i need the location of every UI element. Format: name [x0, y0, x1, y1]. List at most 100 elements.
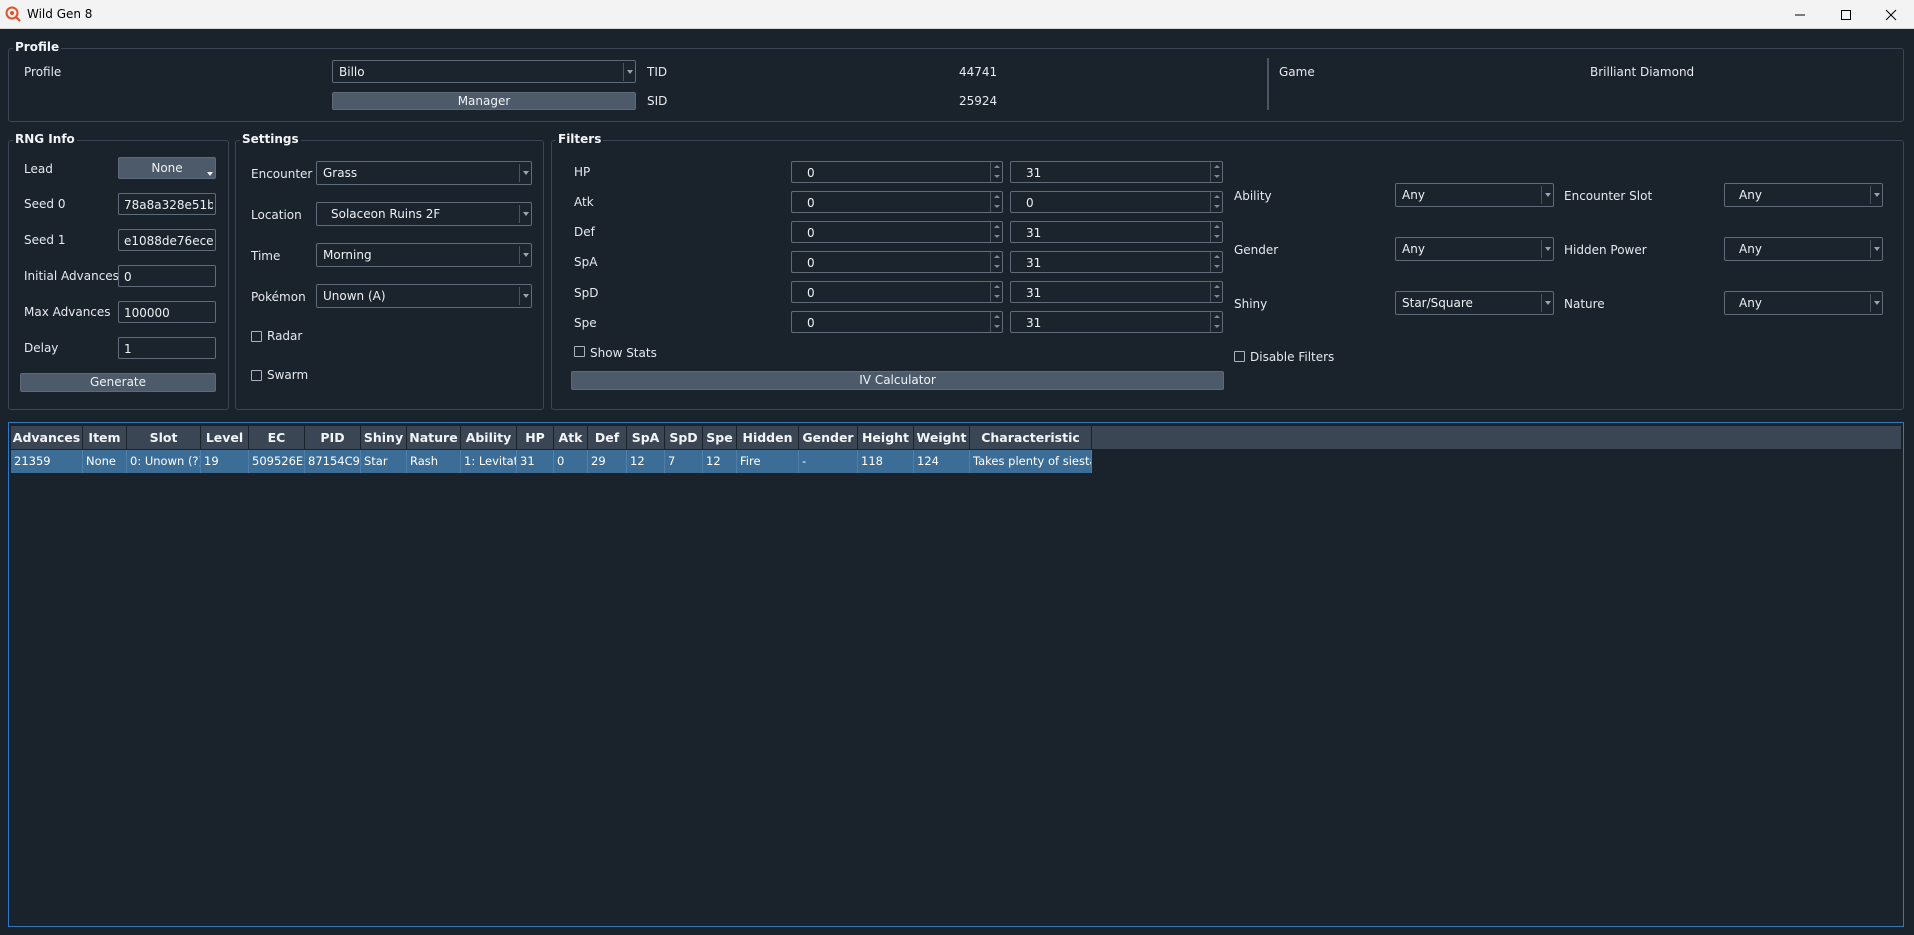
column-header-spa[interactable]: SpA	[627, 426, 665, 449]
spin-up-icon[interactable]	[990, 222, 1002, 232]
iv-max-spe[interactable]: 31	[1010, 311, 1223, 333]
maximize-button[interactable]	[1824, 0, 1868, 29]
iv-calculator-button[interactable]: IV Calculator	[571, 371, 1224, 390]
column-header-nature[interactable]: Nature	[407, 426, 461, 449]
spin-up-icon[interactable]	[990, 252, 1002, 262]
iv-min-def[interactable]: 0	[791, 221, 1003, 243]
iv-min-spa[interactable]: 0	[791, 251, 1003, 273]
column-header-weight[interactable]: Weight	[914, 426, 970, 449]
iv-min-spe[interactable]: 0	[791, 311, 1003, 333]
manager-button[interactable]: Manager	[332, 92, 636, 110]
shiny-select[interactable]: Star/Square	[1395, 291, 1554, 315]
column-header-shiny[interactable]: Shiny	[361, 426, 407, 449]
spin-up-icon[interactable]	[990, 282, 1002, 292]
encounter-slot-label: Encounter Slot	[1564, 189, 1653, 203]
spin-down-icon[interactable]	[1210, 322, 1222, 332]
location-select[interactable]: Solaceon Ruins 2F	[316, 202, 532, 226]
column-header-ability[interactable]: Ability	[461, 426, 517, 449]
gender-select[interactable]: Any	[1395, 237, 1554, 261]
cell-weight: 124	[914, 450, 970, 473]
iv-min-atk[interactable]: 0	[791, 191, 1003, 213]
spin-down-icon[interactable]	[990, 322, 1002, 332]
column-header-spd[interactable]: SpD	[665, 426, 703, 449]
show-stats-label: Show Stats	[590, 346, 657, 360]
column-header-gender[interactable]: Gender	[799, 426, 858, 449]
column-header-characteristic[interactable]: Characteristic	[970, 426, 1092, 449]
iv-max-spa-value: 31	[1026, 256, 1042, 270]
seed0-label: Seed 0	[24, 197, 66, 211]
iv-min-def-value: 0	[807, 226, 815, 240]
maximize-icon	[1841, 9, 1851, 20]
column-header-atk[interactable]: Atk	[554, 426, 588, 449]
spin-down-icon[interactable]	[1210, 172, 1222, 182]
spin-up-icon[interactable]	[990, 192, 1002, 202]
table-row[interactable]: 21359None0: Unown (?)19509526E587154C95S…	[11, 450, 1092, 473]
spin-up-icon[interactable]	[1210, 192, 1222, 202]
iv-max-atk[interactable]: 0	[1010, 191, 1223, 213]
results-table[interactable]: Advances Item Slot Level EC PID Shiny Nature Abi…	[8, 422, 1904, 927]
spin-up-icon[interactable]	[1210, 312, 1222, 322]
spin-down-icon[interactable]	[990, 292, 1002, 302]
spin-up-icon[interactable]	[990, 312, 1002, 322]
spin-down-icon[interactable]	[1210, 232, 1222, 242]
iv-max-spd[interactable]: 31	[1010, 281, 1223, 303]
max-advances-input[interactable]: 100000	[118, 301, 216, 323]
iv-max-def[interactable]: 31	[1010, 221, 1223, 243]
initial-advances-input[interactable]: 0	[118, 265, 216, 287]
seed1-input[interactable]: e1088de76ece5d	[118, 229, 216, 251]
shiny-value: Star/Square	[1402, 296, 1473, 310]
column-header-def[interactable]: Def	[588, 426, 627, 449]
time-select[interactable]: Morning	[316, 243, 532, 267]
profile-select[interactable]: Billo	[332, 60, 636, 83]
swarm-checkbox[interactable]	[251, 370, 262, 381]
generate-button[interactable]: Generate	[20, 373, 216, 392]
column-header-item[interactable]: Item	[83, 426, 127, 449]
spin-up-icon[interactable]	[990, 162, 1002, 172]
column-header-hidden[interactable]: Hidden	[737, 426, 799, 449]
disable-filters-checkbox[interactable]	[1234, 351, 1245, 362]
spin-down-icon[interactable]	[990, 202, 1002, 212]
max-advances-value: 100000	[124, 306, 170, 320]
spin-down-icon[interactable]	[990, 262, 1002, 272]
spin-down-icon[interactable]	[990, 172, 1002, 182]
ability-select[interactable]: Any	[1395, 183, 1554, 207]
iv-min-spd[interactable]: 0	[791, 281, 1003, 303]
spin-down-icon[interactable]	[1210, 262, 1222, 272]
nature-select[interactable]: Any	[1724, 291, 1883, 315]
iv-max-spa[interactable]: 31	[1010, 251, 1223, 273]
column-header-hp[interactable]: HP	[517, 426, 554, 449]
delay-input[interactable]: 1	[118, 337, 216, 359]
column-header-pid[interactable]: PID	[305, 426, 361, 449]
encounter-select[interactable]: Grass	[316, 161, 532, 185]
hidden-power-select[interactable]: Any	[1724, 237, 1883, 261]
radar-checkbox[interactable]	[251, 331, 262, 342]
minimize-button[interactable]	[1778, 0, 1822, 29]
iv-label-spe: Spe	[574, 316, 597, 330]
lead-select[interactable]: None	[118, 157, 216, 179]
column-header-advances[interactable]: Advances	[11, 426, 83, 449]
pokemon-select[interactable]: Unown (A)	[316, 284, 532, 308]
spin-up-icon[interactable]	[1210, 222, 1222, 232]
spin-up-icon[interactable]	[1210, 252, 1222, 262]
column-header-slot[interactable]: Slot	[127, 426, 201, 449]
location-label: Location	[251, 208, 302, 222]
initial-advances-value: 0	[124, 270, 132, 284]
chevron-down-icon	[519, 246, 531, 264]
column-header-level[interactable]: Level	[201, 426, 249, 449]
close-button[interactable]	[1869, 0, 1913, 29]
chevron-down-icon	[1870, 240, 1882, 258]
iv-min-hp[interactable]: 0	[791, 161, 1003, 183]
cell-hidden: Fire	[737, 450, 799, 473]
column-header-ec[interactable]: EC	[249, 426, 305, 449]
spin-down-icon[interactable]	[990, 232, 1002, 242]
encounter-slot-select[interactable]: Any	[1724, 183, 1883, 207]
spin-down-icon[interactable]	[1210, 202, 1222, 212]
iv-max-hp[interactable]: 31	[1010, 161, 1223, 183]
column-header-height[interactable]: Height	[858, 426, 914, 449]
show-stats-checkbox[interactable]	[574, 346, 585, 357]
column-header-spe[interactable]: Spe	[703, 426, 737, 449]
spin-down-icon[interactable]	[1210, 292, 1222, 302]
seed0-input[interactable]: 78a8a328e51b86	[118, 193, 216, 215]
spin-up-icon[interactable]	[1210, 282, 1222, 292]
spin-up-icon[interactable]	[1210, 162, 1222, 172]
